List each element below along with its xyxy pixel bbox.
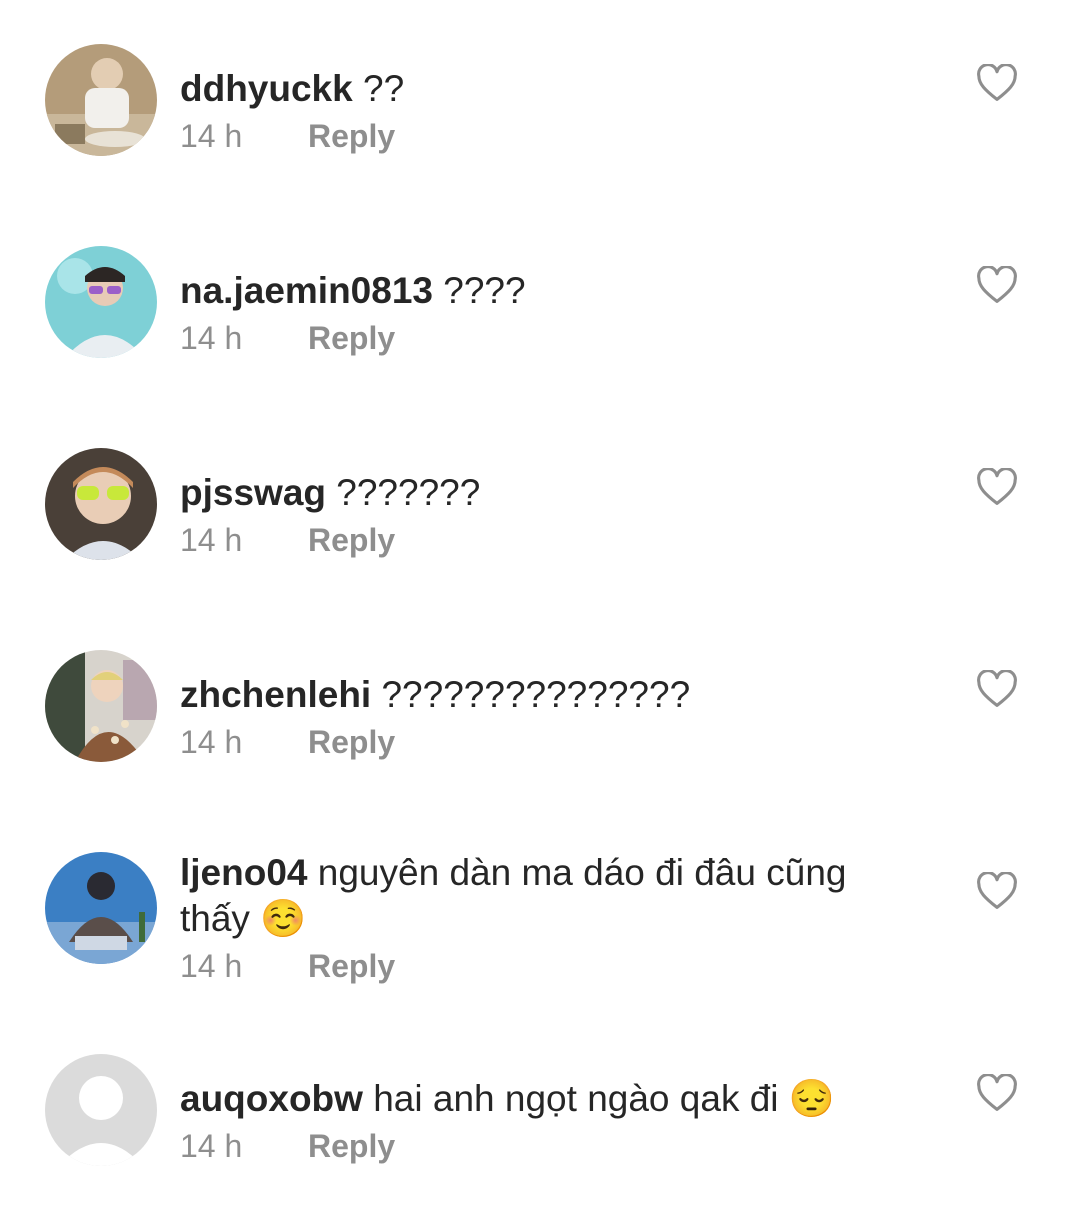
user-avatar[interactable]: [45, 246, 157, 358]
comment-text: hai anh ngọt ngào qak đi 😔: [373, 1078, 835, 1119]
user-avatar[interactable]: [45, 852, 157, 964]
comment-text: ???????????????: [381, 674, 691, 715]
heart-icon[interactable]: [976, 1074, 1018, 1112]
comment-username[interactable]: pjsswag: [180, 472, 326, 513]
comment-timestamp: 14 h: [180, 522, 243, 558]
reply-button[interactable]: Reply: [308, 320, 395, 356]
heart-icon[interactable]: [976, 670, 1018, 708]
heart-icon[interactable]: [976, 872, 1018, 910]
reply-button[interactable]: Reply: [308, 1128, 395, 1164]
reply-button[interactable]: Reply: [308, 724, 395, 760]
default-avatar[interactable]: [45, 1054, 157, 1166]
comment-username[interactable]: na.jaemin0813: [180, 270, 433, 311]
comment-text: ????: [443, 270, 526, 311]
comment-timestamp: 14 h: [180, 1128, 243, 1164]
comment-timestamp: 14 h: [180, 948, 243, 984]
comment-timestamp: 14 h: [180, 320, 243, 356]
comment-username[interactable]: ljeno04: [180, 852, 308, 893]
comment-timestamp: 14 h: [180, 118, 243, 154]
comment-text: ??: [363, 68, 405, 109]
reply-button[interactable]: Reply: [308, 118, 395, 154]
comment-text: ???????: [336, 472, 481, 513]
user-avatar[interactable]: [45, 44, 157, 156]
reply-button[interactable]: Reply: [308, 522, 395, 558]
heart-icon[interactable]: [976, 266, 1018, 304]
user-avatar[interactable]: [45, 650, 157, 762]
reply-button[interactable]: Reply: [308, 948, 395, 984]
comment-timestamp: 14 h: [180, 724, 243, 760]
user-avatar[interactable]: [45, 448, 157, 560]
heart-icon[interactable]: [976, 64, 1018, 102]
comment-username[interactable]: auqoxobw: [180, 1078, 363, 1119]
comment-username[interactable]: zhchenlehi: [180, 674, 371, 715]
heart-icon[interactable]: [976, 468, 1018, 506]
comment-username[interactable]: ddhyuckk: [180, 68, 353, 109]
